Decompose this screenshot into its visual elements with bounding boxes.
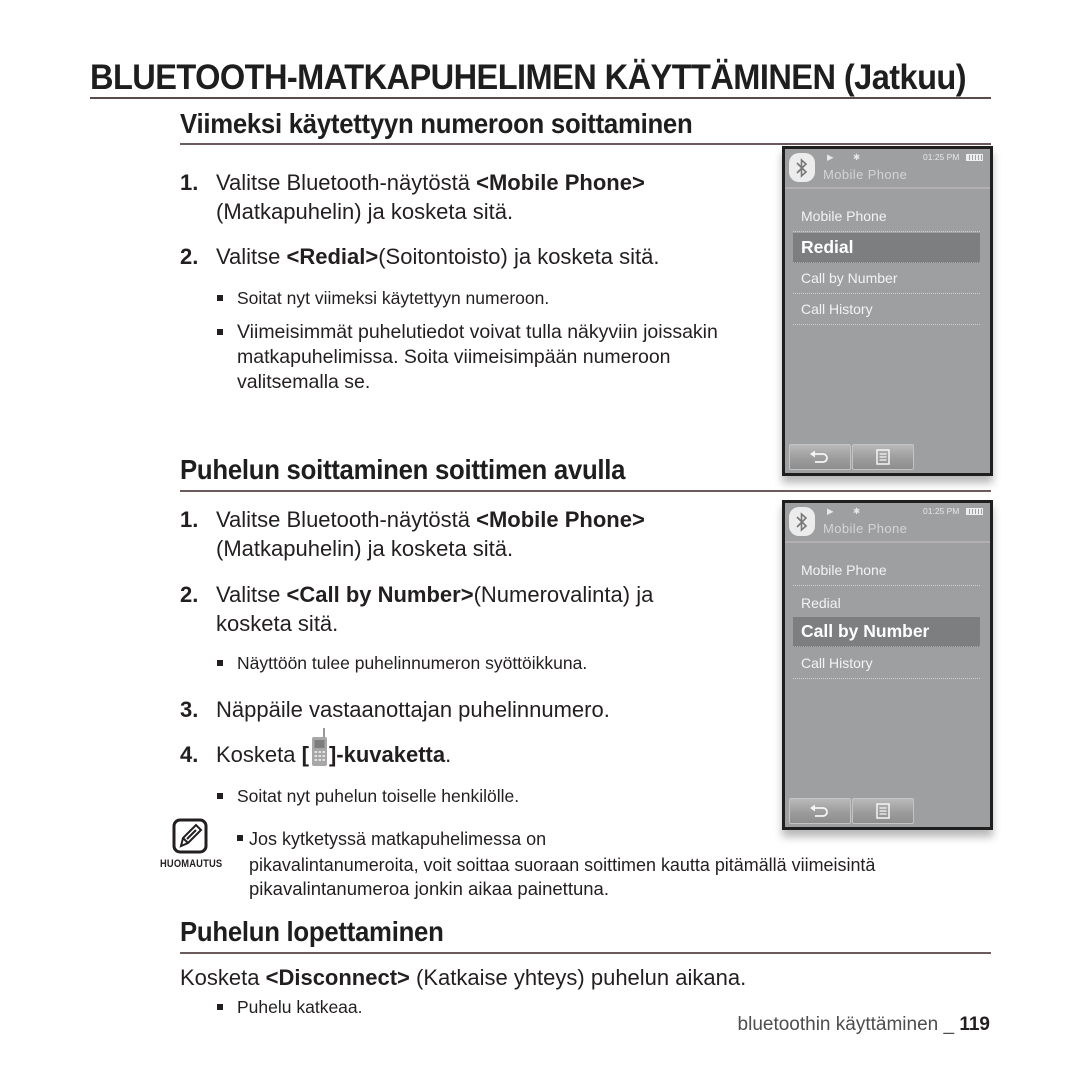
play-icon: ▶ — [827, 152, 834, 162]
step-1: 1. Valitse Bluetooth-näytöstä <Mobile Ph… — [180, 507, 645, 561]
screen-header: ▶ ✱ 01:25 PM Mobile Phone — [785, 149, 990, 189]
menu-button[interactable] — [852, 798, 914, 824]
section-rule — [180, 490, 991, 492]
page-number: 119 — [959, 1014, 990, 1035]
section-heading-end-call: Puhelun lopettaminen — [180, 916, 444, 947]
screen-header: ▶ ✱ 01:25 PM Mobile Phone — [785, 503, 990, 543]
title-rule — [90, 97, 991, 99]
bullet-note: Viimeisimmät puhelutiedot voivat tulla n… — [217, 320, 727, 395]
battery-icon — [966, 508, 983, 515]
screen-title: Mobile Phone — [823, 167, 908, 182]
bluetooth-status-icon: ✱ — [853, 506, 861, 516]
note-pencil-icon — [172, 818, 208, 854]
menu-item-mobile-phone[interactable]: Mobile Phone — [793, 556, 980, 586]
play-icon: ▶ — [827, 506, 834, 516]
bullet-icon — [217, 660, 223, 666]
menu-item-call-history[interactable]: Call History — [793, 295, 980, 325]
bullet-icon — [217, 295, 223, 301]
section-heading-redial: Viimeksi käytettyyn numeroon soittaminen — [180, 108, 693, 139]
step-2: 2. Valitse <Call by Number>(Numerovalint… — [180, 582, 654, 636]
menu-icon — [876, 449, 890, 465]
bullet-note: Soitat nyt viimeksi käytettyyn numeroon. — [217, 287, 737, 310]
page-footer: bluetoothin käyttäminen _ 119 — [737, 1014, 990, 1035]
back-button[interactable] — [789, 798, 851, 824]
note-text: pikavalintanumeroita, voit soittaa suora… — [249, 854, 876, 875]
bullet-note: Näyttöön tulee puhelinnumeron syöttöikku… — [217, 652, 737, 675]
step-4: 4. Kosketa []-kuvaketta. — [180, 728, 740, 769]
bullet-icon — [217, 329, 223, 335]
note-text: Jos kytketyssä matkapuhelimessa on — [237, 828, 546, 851]
clock: 01:25 PM — [923, 152, 960, 162]
note-label: HUOMAUTUS — [160, 858, 223, 870]
bullet-icon — [217, 1004, 223, 1010]
menu-item-call-by-number[interactable]: Call by Number — [793, 264, 980, 294]
step-2: 2. Valitse <Redial>(Soitontoisto) ja kos… — [180, 244, 660, 269]
section-heading-call: Puhelun soittaminen soittimen avulla — [180, 454, 626, 485]
screen-title: Mobile Phone — [823, 521, 908, 536]
menu-item-call-by-number[interactable]: Call by Number — [793, 617, 980, 647]
bullet-icon — [237, 835, 243, 841]
bullet-icon — [217, 793, 223, 799]
bullet-note: Soitat nyt puhelun toiselle henkilölle. — [217, 785, 737, 808]
menu-item-mobile-phone[interactable]: Mobile Phone — [793, 202, 980, 232]
menu-icon — [876, 803, 890, 819]
bluetooth-icon — [789, 507, 815, 536]
back-button[interactable] — [789, 444, 851, 470]
back-icon — [810, 804, 828, 817]
back-icon — [810, 450, 828, 463]
menu-item-call-history[interactable]: Call History — [793, 649, 980, 679]
section-rule — [180, 952, 991, 954]
clock: 01:25 PM — [923, 506, 960, 516]
bluetooth-icon — [789, 153, 815, 182]
step-1: 1. Valitse Bluetooth-näytöstä <Mobile Ph… — [180, 170, 645, 224]
menu-item-redial[interactable]: Redial — [793, 233, 980, 263]
bluetooth-status-icon: ✱ — [853, 152, 861, 162]
battery-icon — [966, 154, 983, 161]
instruction: Kosketa <Disconnect> (Katkaise yhteys) p… — [180, 965, 747, 990]
menu-item-redial[interactable]: Redial — [793, 589, 980, 619]
device-screen-redial: ▶ ✱ 01:25 PM Mobile Phone Mobile Phone R… — [782, 146, 993, 476]
section-rule — [180, 143, 991, 145]
step-3: 3. Näppäile vastaanottajan puhelinnumero… — [180, 697, 610, 722]
device-screen-call-by-number: ▶ ✱ 01:25 PM Mobile Phone Mobile Phone R… — [782, 500, 993, 830]
note-text: pikavalintanumeroa jonkin aikaa painettu… — [249, 878, 609, 899]
mobile-phone-icon — [309, 728, 329, 766]
menu-button[interactable] — [852, 444, 914, 470]
page-title: BLUETOOTH-MATKAPUHELIMEN KÄYTTÄMINEN (Ja… — [90, 58, 967, 97]
bullet-note: Puhelu katkeaa. — [217, 996, 517, 1019]
